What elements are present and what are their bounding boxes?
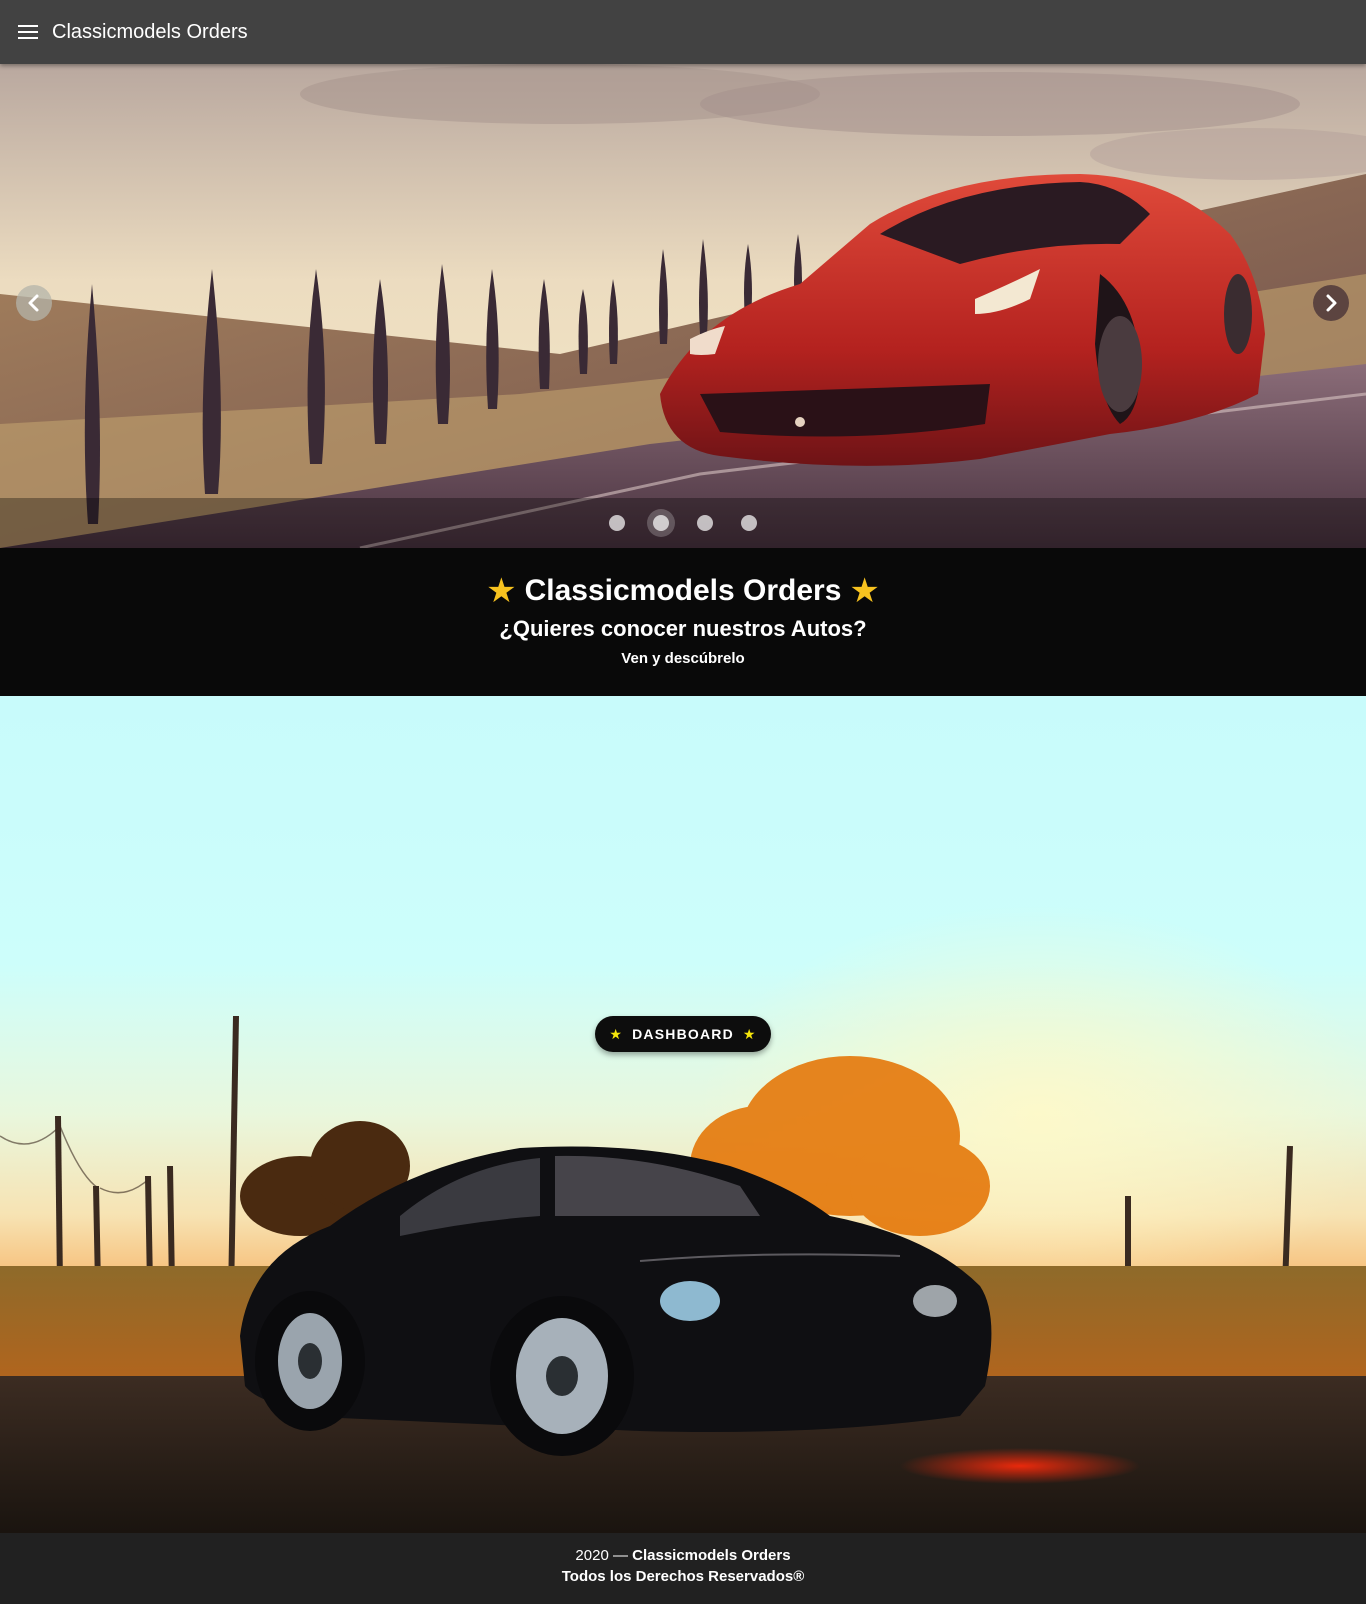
star-icon: ★	[849, 572, 880, 610]
image-carousel	[0, 64, 1366, 548]
chevron-right-icon	[1326, 294, 1337, 312]
carousel-dot-1[interactable]	[603, 509, 631, 537]
carousel-slide-image	[0, 64, 1366, 548]
footer-copyright: 2020 — Classicmodels Orders	[0, 1547, 1366, 1564]
dashboard-button[interactable]: ★ DASHBOARD ★	[595, 1016, 771, 1052]
intro-section: ★ Classicmodels Orders ★ ¿Quieres conoce…	[0, 548, 1366, 696]
intro-title: ★ Classicmodels Orders ★	[0, 574, 1366, 608]
footer: 2020 — Classicmodels Orders Todos los De…	[0, 1533, 1366, 1604]
hero-section: ★ DASHBOARD ★	[0, 696, 1366, 1533]
star-icon: ★	[609, 1025, 624, 1042]
carousel-dot-4[interactable]	[735, 509, 763, 537]
intro-subtitle: ¿Quieres conocer nuestros Autos?	[499, 616, 867, 641]
carousel-dot-3[interactable]	[691, 509, 719, 537]
menu-icon[interactable]	[16, 20, 40, 44]
carousel-next-button[interactable]	[1313, 285, 1349, 321]
chevron-left-icon	[28, 294, 39, 312]
star-icon: ★	[486, 572, 517, 610]
carousel-delimiters	[0, 498, 1366, 548]
dashboard-button-label: DASHBOARD	[632, 1026, 734, 1042]
footer-year: 2020	[575, 1547, 609, 1564]
app-title: Classicmodels Orders	[52, 20, 248, 43]
footer-dash: —	[608, 1547, 633, 1564]
star-icon: ★	[742, 1025, 757, 1042]
footer-brand: Classicmodels Orders	[632, 1547, 791, 1564]
carousel-prev-button[interactable]	[16, 285, 52, 321]
intro-title-text: Classicmodels Orders	[524, 574, 842, 607]
carousel-dot-2[interactable]	[647, 509, 675, 537]
footer-rights: Todos los Derechos Reservados®	[561, 1568, 805, 1585]
app-bar: Classicmodels Orders	[0, 0, 1366, 64]
hero-background-image	[0, 696, 1366, 1533]
intro-tagline: Ven y descúbrelo	[621, 650, 745, 667]
